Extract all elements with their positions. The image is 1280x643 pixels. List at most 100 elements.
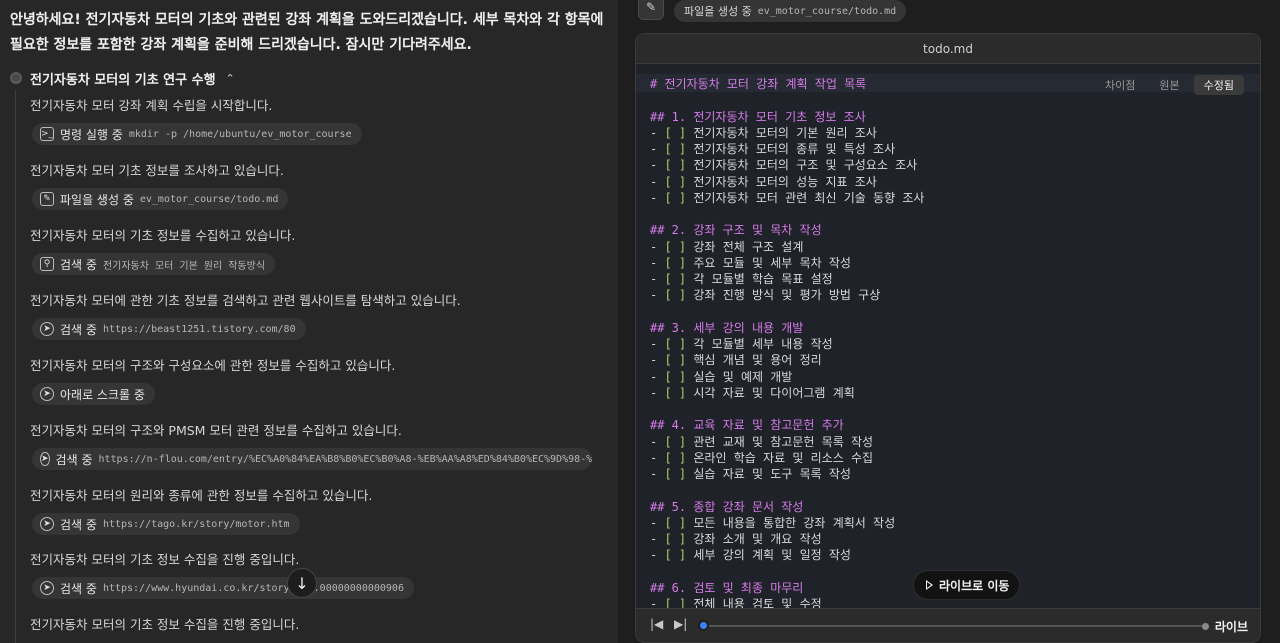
todo-text: 주요 모듈 및 세부 목차 작성 — [693, 255, 851, 270]
todo-checkbox: [ ] — [664, 385, 687, 400]
heading-line: ## 4. 교육 자료 및 참고문헌 추가 — [650, 418, 844, 433]
skip-forward-icon[interactable]: ▶| — [674, 617, 687, 631]
todo-text: 전기자동차 모터의 종류 및 특성 조사 — [693, 142, 896, 156]
step-action-pill[interactable]: ➤ 아래로 스크롤 중 — [32, 383, 155, 405]
todo-dash: - — [650, 142, 658, 156]
todo-text: 실습 및 예제 개발 — [693, 369, 793, 384]
todo-dash: - — [650, 515, 658, 530]
todo-checkbox: [ ] — [664, 532, 687, 546]
compass-icon: ➤ — [40, 452, 50, 466]
todo-item-line: - [ ] 핵심 개념 및 용어 정리 — [650, 352, 1250, 368]
todo-dash: - — [650, 125, 658, 140]
todo-item-line: - [ ] 각 모듈별 학습 목표 설정 — [650, 271, 1250, 287]
scroll-down-button[interactable]: ↓ — [287, 568, 317, 598]
todo-item-line: - [ ] 전기자동차 모터의 기본 원리 조사 — [650, 125, 1250, 141]
timeline-divider — [15, 90, 16, 643]
todo-item-line: - [ ] 전기자동차 모터의 성능 지표 조사 — [650, 174, 1250, 190]
playback-track[interactable] — [702, 625, 1202, 627]
chevron-up-icon[interactable]: ⌃ — [226, 72, 235, 85]
todo-text: 전기자동차 모터의 구조 및 구성요소 조사 — [693, 158, 918, 173]
todo-item-line: - [ ] 강좌 소개 및 개요 작성 — [650, 531, 1250, 547]
step-action-pill[interactable]: ➤ 검색 중 https://n-flou.com/entry/%EC%A0%8… — [32, 448, 592, 470]
todo-item-line: - [ ] 전기자동차 모터의 종류 및 특성 조사 — [650, 141, 1250, 157]
step-text: 전기자동차 모터의 기초 정보를 수집하고 있습니다. — [30, 228, 296, 243]
todo-checkbox: [ ] — [664, 142, 687, 156]
step-action-verb: 검색 중 — [60, 517, 97, 532]
step-action-pill[interactable]: ✎ 파일을 생성 중 ev_motor_course/todo.md — [32, 188, 289, 210]
task-header[interactable]: 전기자동차 모터의 기초 연구 수행 ⌃ — [10, 68, 235, 88]
todo-text: 시각 자료 및 다이어그램 계획 — [693, 385, 855, 400]
todo-text: 온라인 학습 자료 및 리소스 수집 — [693, 450, 874, 465]
todo-item-line: - [ ] 실습 및 예제 개발 — [650, 369, 1250, 385]
todo-dash: - — [650, 532, 658, 546]
todo-item-line: - [ ] 모든 내용을 통합한 강좌 계획서 작성 — [650, 515, 1250, 531]
todo-checkbox: [ ] — [664, 467, 687, 481]
todo-dash: - — [650, 272, 658, 286]
todo-checkbox: [ ] — [664, 158, 687, 173]
heading-line: ## 1. 전기자동차 모터 기초 정보 조사 — [650, 109, 866, 124]
go-live-button[interactable]: 라이브로 이동 — [913, 570, 1021, 600]
todo-dash: - — [650, 288, 658, 303]
todo-text: 강좌 소개 및 개요 작성 — [693, 532, 822, 546]
live-dot-icon — [1201, 623, 1209, 630]
todo-text: 전기자동차 모터 관련 최신 기술 동향 조사 — [693, 190, 925, 205]
todo-text: 전기자동차 모터의 기본 원리 조사 — [693, 125, 877, 140]
step-text: 전기자동차 모터의 기초 정보 수집을 진행 중입니다. — [30, 617, 300, 632]
step-action-pill[interactable]: ⚲ 검색 중 전기자동차 모터 기본 원리 작동방식 — [32, 253, 276, 275]
todo-checkbox: [ ] — [664, 125, 687, 140]
file-title: todo.md — [636, 34, 1260, 64]
todo-checkbox: [ ] — [664, 190, 687, 205]
todo-item-line: - [ ] 강좌 진행 방식 및 평가 방법 구상 — [650, 287, 1250, 303]
todo-item-line: - [ ] 실습 자료 및 도구 목록 작성 — [650, 466, 1250, 482]
playback-thumb[interactable] — [698, 620, 709, 631]
step-action-verb: 검색 중 — [60, 322, 97, 337]
terminal-icon: >_ — [40, 127, 54, 141]
todo-dash: - — [650, 337, 658, 351]
play-icon — [926, 580, 933, 590]
step-action-pill[interactable]: >_ 명령 실행 중 mkdir -p /home/ubuntu/ev_moto… — [32, 123, 362, 145]
todo-dash: - — [650, 255, 658, 270]
todo-checkbox: [ ] — [664, 255, 687, 270]
step-action-verb: 검색 중 — [55, 452, 93, 467]
playback-bar: |◀ ▶| 라이브 — [636, 608, 1260, 642]
step-action-verb: 명령 실행 중 — [60, 127, 123, 142]
todo-text: 핵심 개념 및 용어 정리 — [693, 353, 822, 368]
todo-text: 모든 내용을 통합한 강좌 계획서 작성 — [693, 515, 896, 530]
todo-dash: - — [650, 239, 658, 254]
todo-checkbox: [ ] — [664, 434, 687, 449]
todo-dash: - — [650, 369, 658, 384]
search-icon: ⚲ — [40, 257, 54, 271]
live-label: 라이브 — [1214, 620, 1248, 634]
todo-text: 관련 교재 및 참고문헌 목록 작성 — [693, 434, 874, 449]
todo-checkbox: [ ] — [664, 353, 687, 368]
step-text: 전기자동차 모터의 구조와 PMSM 모터 관련 정보를 수집하고 있습니다. — [30, 423, 402, 438]
chat-panel: 안녕하세요! 전기자동차 모터의 기초와 관련된 강좌 계획을 도와드리겠습니다… — [0, 0, 618, 643]
computer-panel: ✎ 파일을 생성 중 ev_motor_course/todo.md todo.… — [618, 0, 1280, 643]
step-action-arg: ev_motor_course/todo.md — [139, 193, 279, 205]
todo-item-line: - [ ] 강좌 전체 구조 설계 — [650, 239, 1250, 255]
step-action-pill[interactable]: ➤ 검색 중 https://www.hyundai.co.kr/story/C… — [32, 577, 414, 599]
todo-dash: - — [650, 548, 658, 563]
todo-checkbox: [ ] — [664, 450, 687, 465]
skip-back-icon[interactable]: |◀ — [650, 617, 663, 631]
todo-dash: - — [650, 385, 658, 400]
todo-text: 강좌 전체 구조 설계 — [693, 239, 804, 254]
step-action-arg: https://tago.kr/story/motor.htm — [102, 518, 290, 530]
todo-dash: - — [650, 174, 658, 189]
step-action-pill[interactable]: ➤ 검색 중 https://tago.kr/story/motor.htm — [32, 513, 300, 535]
todo-item-line: - [ ] 시각 자료 및 다이어그램 계획 — [650, 385, 1250, 401]
code-content: # 전기자동차 모터 강좌 계획 작업 목록 ## 1. 전기자동차 모터 기초 … — [650, 76, 1250, 610]
heading-line: ## 2. 강좌 구조 및 목차 작성 — [650, 223, 822, 238]
todo-item-line: - [ ] 전기자동차 모터 관련 최신 기술 동향 조사 — [650, 190, 1250, 206]
pencil-icon: ✎ — [40, 192, 54, 206]
step-action-verb: 검색 중 — [60, 581, 97, 596]
todo-checkbox: [ ] — [664, 272, 687, 286]
step-action-pill[interactable]: ➤ 검색 중 https://beast1251.tistory.com/80 — [32, 318, 306, 340]
todo-text: 실습 자료 및 도구 목록 작성 — [693, 467, 851, 481]
step-text: 전기자동차 모터의 기초 정보 수집을 진행 중입니다. — [30, 552, 300, 567]
assistant-message: 안녕하세요! 전기자동차 모터의 기초와 관련된 강좌 계획을 도와드리겠습니다… — [10, 12, 604, 53]
